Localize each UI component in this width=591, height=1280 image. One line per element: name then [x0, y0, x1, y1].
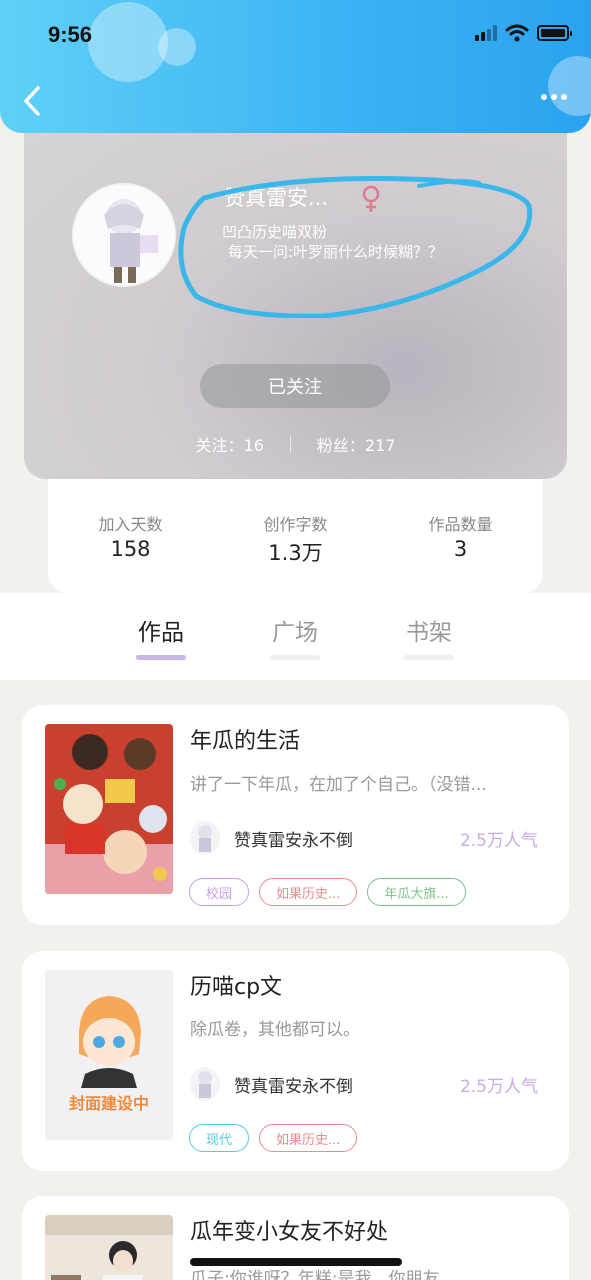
work-title: 瓜年变小女友不好处	[190, 1220, 389, 1245]
followers-count[interactable]: 粉丝：217	[317, 432, 396, 456]
hand-drawn-circle-annotation	[178, 176, 533, 318]
author-row: 赞真雷安永不倒 2.5万人气	[190, 1064, 538, 1104]
work-description: 讲了一下年瓜，在加了个自己。（没错...	[190, 775, 487, 795]
author-row: 赞真雷安永不倒 2.5万人气	[190, 818, 538, 858]
avatar[interactable]	[72, 183, 176, 287]
tag[interactable]: 如果历史...	[259, 878, 358, 906]
tag[interactable]: 校园	[189, 878, 250, 906]
stats-card: 加入天数 158 创作字数 1.3万 作品数量 3	[48, 479, 543, 593]
cover-placeholder-text: 封面建设中	[68, 1094, 149, 1113]
tab-label: 广场	[272, 620, 318, 646]
popularity-count: 2.5万人气	[459, 830, 538, 851]
tab-square[interactable]: 广场	[270, 613, 320, 660]
tag-list: 现代 如果历史...	[189, 1124, 358, 1152]
status-time: 9:56	[48, 22, 93, 47]
battery-icon	[537, 25, 572, 41]
tag[interactable]: 现代	[189, 1124, 250, 1152]
wifi-icon	[505, 24, 529, 42]
work-title: 年瓜的生活	[190, 729, 301, 754]
back-button[interactable]	[18, 84, 48, 118]
status-icons	[475, 24, 572, 42]
work-description: 除瓜卷，其他都可以。	[190, 1020, 360, 1040]
work-cover-image	[45, 1215, 173, 1280]
follow-stats: 关注：16 粉丝：217	[24, 432, 567, 456]
tag-list: 校园 如果历史... 年瓜大旗...	[189, 878, 466, 906]
stat-label: 作品数量	[428, 515, 493, 534]
work-card[interactable]: 瓜年变小女友不好处 瓜子:你谁呀？年糕:是我，你朋友	[22, 1196, 569, 1280]
tab-works[interactable]: 作品	[136, 613, 186, 660]
stat-word-count: 创作字数 1.3万	[221, 511, 371, 593]
tab-indicator	[404, 655, 454, 660]
tab-bookshelf[interactable]: 书架	[404, 613, 454, 660]
stat-value: 158	[110, 537, 151, 561]
profile-card: 赞真雷安... 凹凸历史喵双粉 每天一问:叶罗丽什么时候糊？？ 已关注 关注：1…	[24, 110, 567, 479]
tag[interactable]: 如果历史...	[259, 1124, 358, 1152]
signal-icon	[475, 25, 497, 41]
decor-bubble	[88, 2, 168, 82]
work-description: 瓜子:你谁呀？年糕:是我，你朋友	[190, 1269, 440, 1280]
chevron-left-icon	[24, 86, 40, 116]
top-header: 9:56	[0, 0, 591, 133]
stat-label: 加入天数	[98, 515, 163, 534]
more-dots-icon	[541, 94, 547, 100]
home-indicator	[190, 1258, 402, 1266]
tab-label: 书架	[406, 620, 452, 646]
follow-button[interactable]: 已关注	[200, 364, 390, 408]
work-title: 历喵cp文	[190, 975, 283, 1000]
tab-indicator	[136, 655, 186, 660]
more-button[interactable]	[541, 94, 567, 100]
following-count[interactable]: 关注：16	[196, 432, 264, 456]
tab-bar: 作品 广场 书架	[0, 593, 591, 680]
work-cover-image	[45, 724, 173, 894]
stat-label: 创作字数	[263, 515, 328, 534]
work-card[interactable]: 封面建设中 历喵cp文 除瓜卷，其他都可以。 赞真雷安永不倒 2.5万人气 现代…	[22, 951, 569, 1171]
stat-value: 3	[453, 537, 468, 561]
stat-value: 1.3万	[268, 541, 323, 565]
work-cover-placeholder: 封面建设中	[45, 970, 173, 1140]
popularity-count: 2.5万人气	[459, 1076, 538, 1097]
author-name: 赞真雷安永不倒	[234, 830, 353, 851]
tab-label: 作品	[138, 620, 184, 646]
stat-join-days: 加入天数 158	[56, 511, 206, 593]
tag[interactable]: 年瓜大旗...	[367, 878, 466, 906]
author-avatar	[190, 821, 220, 855]
work-card[interactable]: 年瓜的生活 讲了一下年瓜，在加了个自己。（没错... 赞真雷安永不倒 2.5万人…	[22, 705, 569, 925]
divider	[289, 435, 291, 453]
author-name: 赞真雷安永不倒	[234, 1076, 353, 1097]
decor-bubble	[158, 28, 196, 66]
author-avatar	[190, 1067, 220, 1101]
tab-indicator	[270, 655, 320, 660]
decor-bubble	[548, 56, 591, 116]
stat-works-count: 作品数量 3	[386, 511, 536, 593]
